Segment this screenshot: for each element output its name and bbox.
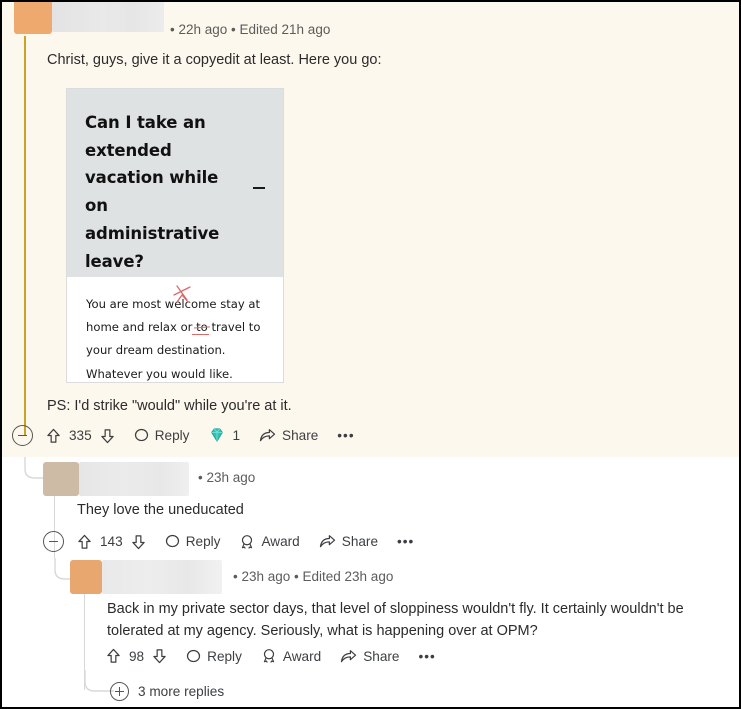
comment-thread-panel: • 22h ago • Edited 21h ago Christ, guys,… (0, 0, 741, 709)
card-body-text: You are most welcome stay at home and re… (67, 277, 283, 382)
share-arrow-icon (341, 649, 357, 662)
collapse-button[interactable] (12, 425, 33, 446)
reply-label: Reply (154, 428, 190, 443)
vote-group: 335 (46, 428, 115, 444)
share-button[interactable]: Share (319, 534, 378, 549)
vote-group: 98 (106, 648, 167, 664)
avatar[interactable] (14, 2, 52, 34)
username-redacted[interactable] (79, 462, 189, 496)
comment-bubble-icon (134, 428, 148, 442)
reply-button[interactable]: Reply (186, 649, 242, 664)
avatar[interactable] (70, 560, 102, 594)
award-label: Award (261, 534, 300, 549)
upvote-icon[interactable] (106, 648, 121, 664)
comment-reply-level-3: • 23h ago • Edited 23h ago Back in my pr… (2, 558, 739, 707)
vote-score: 98 (129, 648, 145, 664)
card-header: Can I take an extended vacation while on… (67, 89, 283, 277)
expand-plus-icon (110, 682, 129, 701)
more-replies-button[interactable]: 3 more replies (110, 682, 224, 701)
comment-action-bar: 98 Reply Award Share ••• (106, 648, 455, 664)
comment-reply-level-2: • 23h ago They love the uneducated 143 R… (2, 457, 739, 707)
award-gem-icon (211, 428, 224, 443)
vote-group: 143 (77, 534, 146, 550)
award-button[interactable]: Award (239, 534, 300, 550)
award-label: Award (282, 648, 322, 664)
embedded-preview-card[interactable]: Can I take an extended vacation while on… (66, 88, 284, 383)
card-text-seg-2: stay at (220, 297, 261, 311)
share-label: Share (282, 428, 319, 443)
username-redacted[interactable] (102, 560, 222, 594)
more-replies-label: 3 more replies (138, 684, 225, 699)
upvote-icon[interactable] (77, 534, 92, 550)
thread-line-level-1[interactable] (24, 36, 26, 436)
comment-bubble-icon (165, 534, 179, 548)
struck-word: to (196, 320, 208, 335)
comment-timestamp: • 23h ago • Edited 23h ago (233, 569, 394, 584)
award-medal-icon (263, 649, 275, 663)
share-label: Share (341, 534, 379, 549)
share-button[interactable]: Share (340, 649, 399, 664)
comment-body: Christ, guys, give it a copyedit at leas… (47, 52, 382, 68)
card-text-seg-4: travel to (211, 320, 261, 335)
overflow-menu-button[interactable]: ••• (337, 428, 354, 443)
downvote-icon[interactable] (100, 428, 115, 444)
avatar[interactable] (43, 462, 79, 496)
card-dash-mark (253, 187, 265, 189)
overflow-menu-button[interactable]: ••• (397, 534, 414, 549)
comment-thread-root: • 22h ago • Edited 21h ago Christ, guys,… (2, 2, 739, 457)
comment-bubble-icon (187, 649, 201, 662)
card-text-seg-5: your dream destination. (86, 343, 226, 358)
vote-score: 143 (100, 534, 123, 549)
share-button[interactable]: Share (259, 428, 318, 443)
overflow-menu-button[interactable]: ••• (418, 649, 435, 664)
reply-label: Reply (185, 534, 221, 549)
vote-score: 335 (69, 428, 92, 443)
award-button[interactable]: Award (261, 648, 321, 664)
comment-body: Back in my private sector days, that lev… (107, 601, 684, 639)
downvote-icon[interactable] (152, 648, 167, 664)
upvote-icon[interactable] (46, 428, 61, 444)
award-button[interactable]: 1 (208, 427, 240, 444)
share-arrow-icon (259, 429, 276, 442)
comment-action-bar: 335 Reply 1 Share ••• (12, 425, 374, 446)
username-redacted[interactable] (52, 2, 164, 32)
comment-body: They love the uneducated (77, 502, 244, 518)
overflow-dots: ••• (418, 648, 436, 664)
reply-button[interactable]: Reply (165, 534, 221, 549)
award-medal-icon (242, 534, 253, 549)
collapse-button[interactable] (43, 531, 64, 552)
share-label: Share (363, 648, 400, 664)
comment-postscript: PS: I'd strike "would" while you're at i… (47, 398, 292, 414)
reply-label: Reply (207, 648, 242, 664)
card-text-seg-1: You are most welcome (86, 297, 217, 311)
comment-action-bar: 143 Reply Award Share ••• (43, 531, 433, 552)
downvote-icon[interactable] (131, 534, 146, 550)
award-count: 1 (232, 428, 241, 443)
reply-button[interactable]: Reply (134, 428, 190, 443)
comment-timestamp: • 22h ago • Edited 21h ago (170, 22, 331, 37)
overflow-dots: ••• (337, 428, 355, 443)
card-title: Can I take an extended vacation while on… (85, 113, 220, 271)
card-text-seg-6: Whatever you would like. (86, 366, 233, 381)
share-arrow-icon (319, 535, 335, 548)
overflow-dots: ••• (397, 534, 415, 549)
comment-timestamp: • 23h ago (198, 470, 256, 485)
card-text-seg-3: home and relax or (86, 320, 193, 335)
